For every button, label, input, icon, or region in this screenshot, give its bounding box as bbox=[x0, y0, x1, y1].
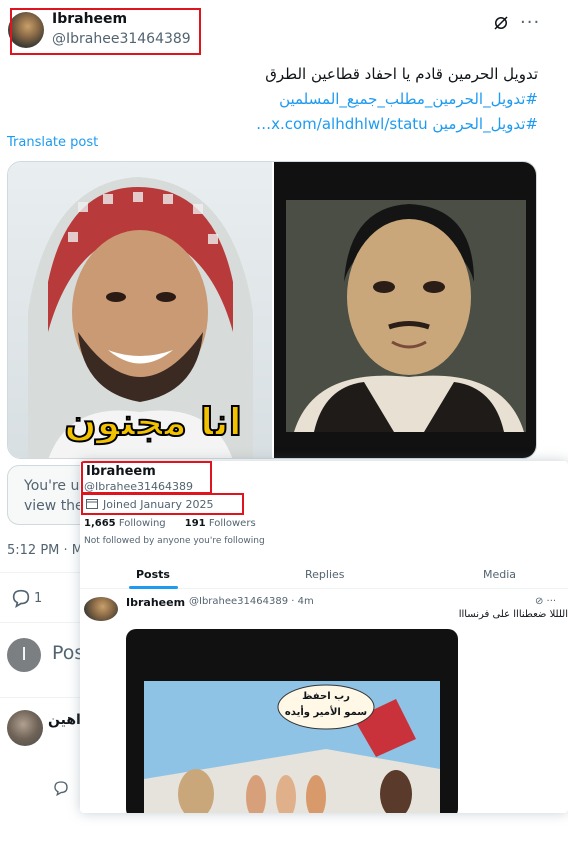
hovercard-post-meta[interactable]: @Ibrahee31464389 · 4m bbox=[189, 596, 314, 607]
speech-bubble-line: رب احفظ bbox=[302, 691, 350, 702]
reply-count: 1 bbox=[34, 591, 43, 606]
reply-author-avatar[interactable] bbox=[7, 710, 43, 746]
reply-action-icon[interactable] bbox=[52, 779, 70, 797]
hovercard-tabs: Posts Replies Media bbox=[80, 561, 568, 589]
hovercard-post-author[interactable]: Ibraheem bbox=[126, 596, 185, 609]
meme-caption: انا مجنون bbox=[63, 399, 242, 445]
grok-icon[interactable] bbox=[492, 14, 510, 32]
media-image-right[interactable] bbox=[274, 162, 536, 458]
tweet-text: تدويل الحرمين قادم يا احفاد قطاعين الطرق… bbox=[18, 62, 538, 137]
tab-media[interactable]: Media bbox=[483, 568, 516, 581]
speech-bubble-line: سمو الأمير وأيده bbox=[284, 707, 368, 718]
active-tab-indicator bbox=[129, 586, 178, 589]
portrait-illustration-right bbox=[286, 200, 526, 432]
hovercard-post-actions[interactable]: ⊘ ··· bbox=[535, 596, 556, 607]
post-timestamp[interactable]: 5:12 PM · Ma bbox=[7, 543, 91, 558]
notice-line: You're un bbox=[24, 478, 89, 494]
hovercard-post-text: اللللا ضعطنااا على فرنسااا bbox=[458, 609, 568, 620]
hovercard-not-followed: Not followed by anyone you're following bbox=[84, 536, 265, 546]
hashtag-link[interactable]: #تدويل_الحرمين_مطلب_جميع_المسلمين bbox=[18, 87, 538, 112]
following-count[interactable]: 1,665 bbox=[84, 518, 116, 529]
reply-icon[interactable] bbox=[10, 587, 32, 609]
tab-posts[interactable]: Posts bbox=[136, 568, 170, 581]
highlight-box-hovercard-name bbox=[81, 461, 212, 494]
more-icon[interactable]: ··· bbox=[520, 12, 540, 33]
profile-hovercard: Ibraheem @Ibrahee31464389 Joined January… bbox=[80, 461, 568, 813]
reply-author-name[interactable]: اهين bbox=[48, 712, 81, 728]
translate-post-link[interactable]: Translate post bbox=[7, 135, 98, 150]
tab-replies[interactable]: Replies bbox=[305, 568, 345, 581]
followers-label[interactable]: Followers bbox=[209, 518, 256, 529]
post-header: Ibraheem @Ibrahee31464389 ··· bbox=[0, 0, 568, 62]
status-link[interactable]: #تدويل_الحرمين x.com/alhdhlwl/statu… bbox=[18, 112, 538, 137]
compose-avatar: I bbox=[7, 638, 41, 672]
hovercard-post-image[interactable]: رب احفظ سمو الأمير وأيده bbox=[126, 629, 458, 813]
notice-line: view thei bbox=[24, 498, 88, 514]
following-label[interactable]: Following bbox=[119, 518, 166, 529]
tweet-text-line: تدويل الحرمين قادم يا احفاد قطاعين الطرق bbox=[265, 65, 538, 83]
cartoon-illustration bbox=[144, 681, 440, 813]
highlight-box-joined bbox=[81, 493, 244, 515]
post-media[interactable]: انا مجنون bbox=[7, 161, 537, 459]
highlight-box-author bbox=[10, 8, 201, 55]
hovercard-follow-stats: 1,665 Following 191 Followers bbox=[84, 518, 256, 529]
followers-count[interactable]: 191 bbox=[185, 518, 206, 529]
media-image-left[interactable]: انا مجنون bbox=[8, 162, 272, 458]
hovercard-post-avatar[interactable] bbox=[84, 597, 118, 621]
